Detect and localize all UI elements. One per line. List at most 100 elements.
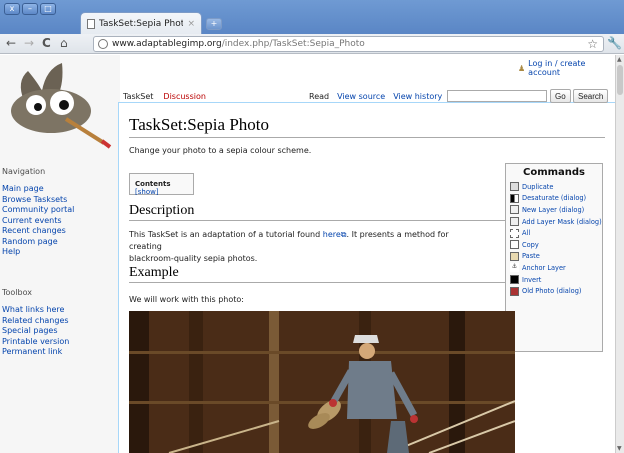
commands-box: Commands Duplicate Desaturate (dialog) N… [505, 163, 603, 352]
article-body: TaskSet:Sepia Photo Change your photo to… [129, 115, 605, 304]
namespace-tabs: TaskSet Discussion [120, 86, 209, 102]
sidebar-item-printable-version[interactable]: Printable version [2, 337, 69, 348]
command-label: Copy [522, 240, 539, 249]
description-heading: Description [129, 203, 505, 221]
window-minimize-button[interactable]: – [22, 3, 38, 15]
star-icon[interactable]: ☆ [587, 37, 598, 51]
old-photo-icon [510, 286, 519, 296]
paste-icon [510, 251, 519, 261]
url-path: /index.php/TaskSet:Sepia_Photo [221, 39, 365, 49]
select-all-icon [510, 228, 519, 238]
anchor-icon: ⚓ [510, 263, 519, 273]
sidebar-item-random-page[interactable]: Random page [2, 237, 74, 248]
tab-view-source[interactable]: View source [334, 86, 388, 102]
tab-discussion[interactable]: Discussion [160, 86, 209, 102]
browser-titlebar: x – □ TaskSet:Sepia Photo - ... × + [0, 0, 624, 34]
toc-label: Contents [135, 180, 171, 188]
example-photo [129, 311, 515, 453]
browser-tab[interactable]: TaskSet:Sepia Photo - ... × [80, 12, 202, 34]
intro-text: Change your photo to a sepia colour sche… [129, 146, 312, 155]
scroll-up-icon[interactable]: ▲ [617, 56, 622, 63]
tab-title: TaskSet:Sepia Photo - ... [99, 18, 184, 29]
command-label: Old Photo (dialog) [522, 287, 582, 296]
new-tab-button[interactable]: + [206, 18, 222, 30]
command-select-all[interactable]: All [510, 227, 598, 239]
duplicate-icon [510, 182, 519, 192]
here-link[interactable]: here [323, 230, 341, 239]
home-button[interactable]: ⌂ [60, 36, 68, 50]
sidebar-item-current-events[interactable]: Current events [2, 216, 74, 227]
search-input[interactable] [447, 90, 547, 102]
description-text-start: This TaskSet is an adaptation of a tutor… [129, 230, 323, 239]
wilber-logo-icon [11, 63, 112, 149]
description-text-line2: blackroom-quality sepia photos. [129, 254, 258, 263]
vertical-scrollbar[interactable]: ▲ ▼ [615, 55, 624, 453]
globe-icon [98, 39, 108, 49]
copy-icon [510, 240, 519, 250]
tab-close-icon[interactable]: × [187, 19, 195, 29]
page-icon [87, 18, 95, 29]
example-text: We will work with this photo: [129, 295, 244, 304]
window-close-button[interactable]: x [4, 3, 20, 15]
command-label: Add Layer Mask (dialog) [522, 217, 602, 226]
description-paragraph: This TaskSet is an adaptation of a tutor… [129, 229, 479, 265]
forward-button[interactable]: → [24, 36, 34, 50]
command-desaturate[interactable]: Desaturate (dialog) [510, 193, 598, 205]
address-bar[interactable]: www.adaptablegimp.org /index.php/TaskSet… [93, 36, 604, 52]
url-host: www.adaptablegimp.org [112, 39, 222, 49]
sidebar-item-permanent-link[interactable]: Permanent link [2, 347, 69, 358]
sidebar-item-related-changes[interactable]: Related changes [2, 316, 69, 327]
invert-icon [510, 275, 519, 285]
browser-toolbar: ← → C ⌂ www.adaptablegimp.org /index.php… [0, 34, 624, 54]
sidebar-item-recent-changes[interactable]: Recent changes [2, 226, 74, 237]
command-invert[interactable]: Invert [510, 274, 598, 286]
commands-title: Commands [522, 167, 586, 178]
command-label: Desaturate (dialog) [522, 194, 587, 203]
command-duplicate[interactable]: Duplicate [510, 181, 598, 193]
sidebar-item-what-links-here[interactable]: What links here [2, 305, 69, 316]
login-link[interactable]: Log in / create account [528, 59, 615, 77]
desaturate-icon [510, 193, 519, 203]
command-add-layer-mask[interactable]: Add Layer Mask (dialog) [510, 216, 602, 228]
navigation-heading: Navigation [2, 167, 46, 176]
scroll-down-icon[interactable]: ▼ [617, 445, 622, 452]
go-button[interactable]: Go [550, 89, 571, 103]
tab-taskset[interactable]: TaskSet [120, 86, 157, 102]
window-controls: x – □ [4, 3, 56, 15]
command-label: Duplicate [522, 182, 554, 191]
command-copy[interactable]: Copy [510, 239, 598, 251]
table-of-contents: Contents [show] [129, 173, 194, 196]
window-maximize-button[interactable]: □ [40, 3, 56, 15]
command-label: Invert [522, 275, 542, 284]
command-old-photo[interactable]: Old Photo (dialog) [510, 285, 598, 297]
wrench-icon[interactable]: 🔧 [607, 36, 622, 50]
command-label: Anchor Layer [522, 263, 566, 272]
login-area: ♟ Log in / create account [518, 59, 615, 77]
back-button[interactable]: ← [6, 36, 16, 50]
new-layer-icon [510, 205, 519, 215]
reload-button[interactable]: C [42, 36, 51, 50]
command-label: Paste [522, 252, 540, 261]
sidebar-item-help[interactable]: Help [2, 247, 74, 258]
command-anchor-layer[interactable]: ⚓ Anchor Layer [510, 262, 598, 274]
toolbox-heading: Toolbox [2, 288, 32, 297]
sidebar-item-browse-tasksets[interactable]: Browse Tasksets [2, 195, 74, 206]
sidebar-item-special-pages[interactable]: Special pages [2, 326, 69, 337]
sidebar-item-community-portal[interactable]: Community portal [2, 205, 74, 216]
sidebar: Navigation Main page Browse Tasksets Com… [0, 55, 120, 453]
view-tabs: Read View source View history [306, 86, 445, 102]
navigation-section: Navigation Main page Browse Tasksets Com… [2, 167, 74, 258]
toc-toggle-link[interactable]: [show] [135, 188, 159, 196]
toolbox-section: Toolbox What links here Related changes … [2, 288, 69, 358]
command-label: New Layer (dialog) [522, 205, 585, 214]
command-new-layer[interactable]: New Layer (dialog) [510, 204, 598, 216]
search-button[interactable]: Search [573, 89, 609, 103]
example-heading: Example [129, 265, 505, 283]
page-title: TaskSet:Sepia Photo [129, 115, 605, 138]
command-paste[interactable]: Paste [510, 251, 598, 263]
tab-read[interactable]: Read [306, 86, 333, 102]
scroll-thumb[interactable] [617, 65, 623, 95]
tab-view-history[interactable]: View history [390, 86, 445, 102]
layer-mask-icon [510, 217, 519, 227]
sidebar-item-main-page[interactable]: Main page [2, 184, 74, 195]
